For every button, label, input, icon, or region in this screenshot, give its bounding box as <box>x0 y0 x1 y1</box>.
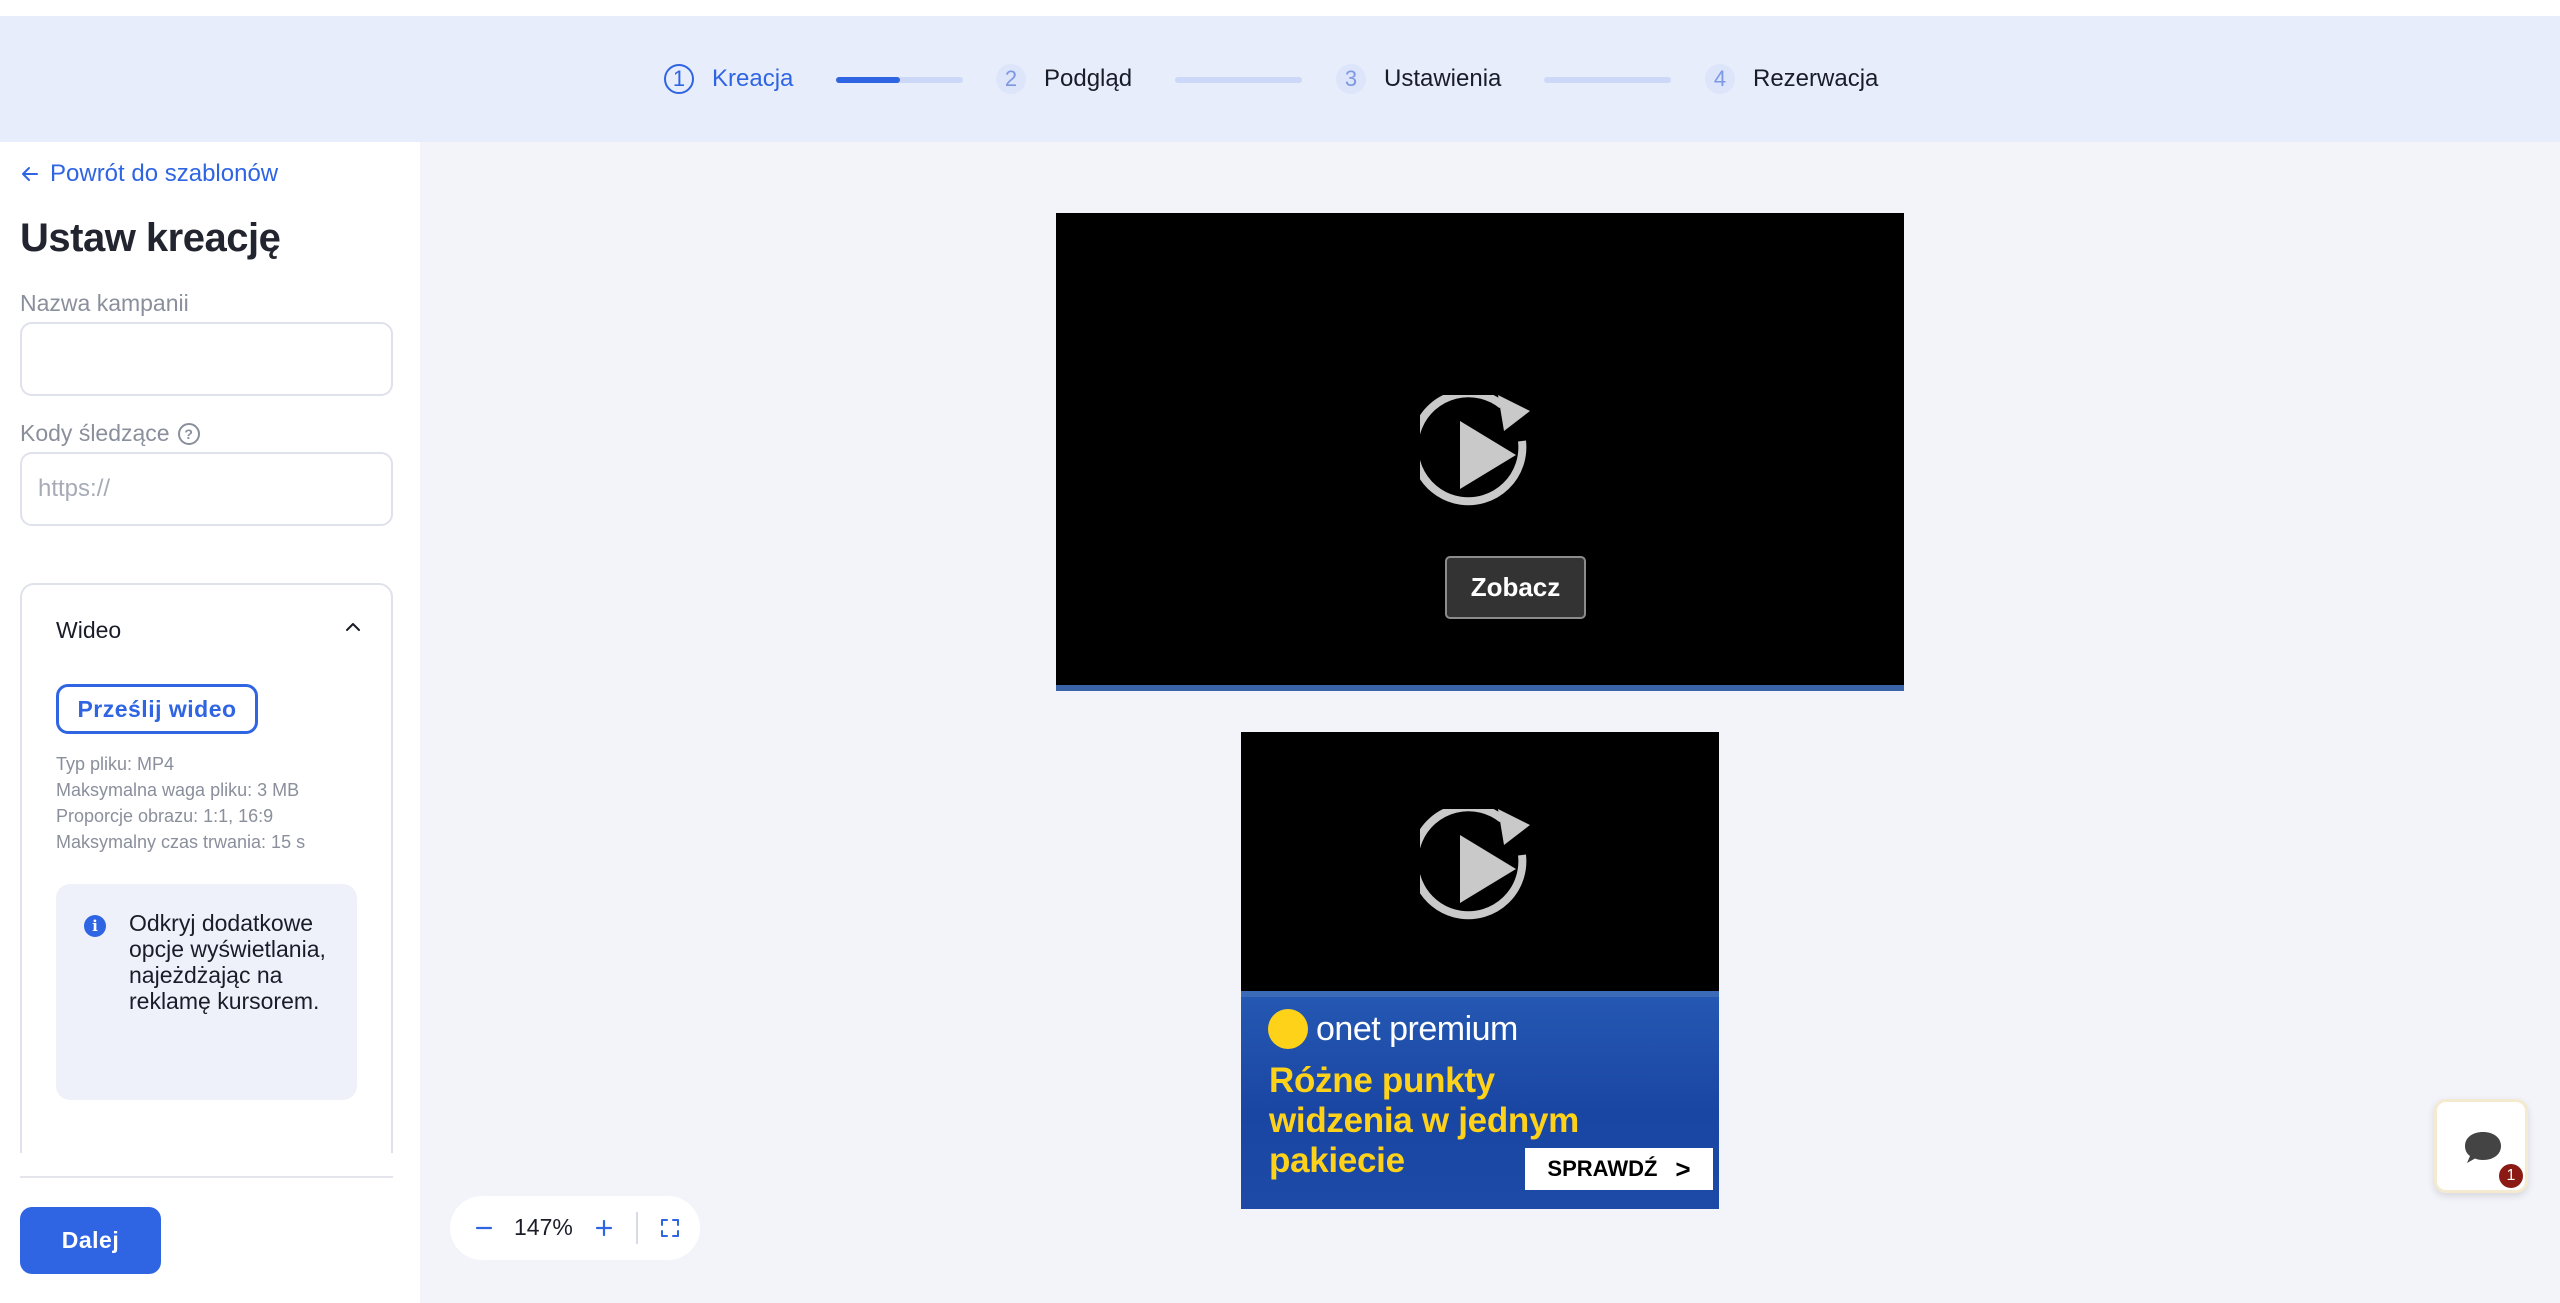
step-progress-line <box>836 77 963 83</box>
campaign-name-input[interactable] <box>20 322 393 396</box>
info-box: i Odkryj dodatkowe opcje wyświetlania, n… <box>56 884 357 1100</box>
step-label: Ustawienia <box>1384 65 1502 92</box>
step-progress-line <box>1544 77 1671 83</box>
zoom-value: 147% <box>514 1214 573 1240</box>
back-to-templates-link[interactable]: Powrót do szablonów <box>20 160 278 188</box>
step-progress-fill <box>836 77 900 83</box>
step-kreacja[interactable]: 1 Kreacja <box>664 16 793 142</box>
arrow-left-icon <box>22 167 38 181</box>
back-link-label: Powrót do szablonów <box>50 160 279 187</box>
spec-file-type: Typ pliku: MP4 <box>56 754 175 774</box>
campaign-name-label: Nazwa kampanii <box>20 290 189 317</box>
see-more-button[interactable]: Zobacz <box>1445 556 1586 619</box>
ad-preview-16x9[interactable]: Zobacz <box>1056 213 1904 691</box>
step-podglad[interactable]: 2 Podgląd <box>996 16 1132 142</box>
info-text: Odkryj dodatkowe opcje wyświetlania, naj… <box>129 910 326 1014</box>
step-ustawienia[interactable]: 3 Ustawienia <box>1336 16 1501 142</box>
brand-logo: onet premium <box>1268 1009 1518 1049</box>
step-number: 4 <box>1705 64 1735 94</box>
zoom-separator <box>636 1212 638 1244</box>
replay-icon[interactable] <box>1420 809 1540 929</box>
check-button[interactable]: SPRAWDŹ > <box>1525 1148 1713 1190</box>
page-title: Ustaw kreację <box>20 216 281 260</box>
plus-icon[interactable] <box>588 1212 620 1244</box>
minus-icon[interactable] <box>468 1212 500 1244</box>
brand-name: onet premium <box>1316 1009 1518 1048</box>
chat-widget-button[interactable]: 1 <box>2434 1099 2528 1193</box>
step-rezerwacja[interactable]: 4 Rezerwacja <box>1705 16 1878 142</box>
step-label: Kreacja <box>712 65 794 92</box>
notification-badge: 1 <box>2497 1162 2525 1190</box>
zoom-control: 147% <box>450 1196 700 1260</box>
spec-aspect-ratio: Proporcje obrazu: 1:1, 16:9 <box>56 806 274 826</box>
info-icon: i <box>84 915 106 937</box>
divider <box>20 1176 393 1178</box>
spec-max-duration: Maksymalny czas trwania: 15 s <box>56 832 306 852</box>
banner-top-line <box>1241 991 1719 997</box>
tracking-codes-label: Kody śledzące ? <box>20 420 200 447</box>
check-button-label: SPRAWDŹ <box>1547 1156 1658 1181</box>
video-progress-bar <box>1056 685 1904 691</box>
video-panel-title: Wideo <box>56 617 122 643</box>
step-number: 3 <box>1336 64 1366 94</box>
chevron-right-icon: > <box>1675 1153 1691 1184</box>
spec-max-size: Maksymalna waga pliku: 3 MB <box>56 780 300 800</box>
fullscreen-icon[interactable] <box>654 1212 686 1244</box>
tracking-codes-input[interactable] <box>20 452 393 526</box>
question-circle-icon[interactable]: ? <box>177 422 200 445</box>
ad-preview-1x1[interactable]: onet premium Różne punkty widzenia w jed… <box>1241 732 1719 1209</box>
stepper: 1 Kreacja 2 Podgląd 3 Ustawienia 4 Rezer… <box>0 16 2560 142</box>
replay-icon[interactable] <box>1420 395 1540 515</box>
step-number: 2 <box>996 64 1026 94</box>
next-button[interactable]: Dalej <box>20 1207 161 1274</box>
step-progress-line <box>1175 77 1302 83</box>
video-panel: Wideo Prześlij wideo Typ pliku: MP4 Maks… <box>20 583 393 1153</box>
sidebar: Powrót do szablonów Ustaw kreację Nazwa … <box>0 142 420 1303</box>
preview-canvas: Zobacz onet premium Różne punkty widzeni… <box>420 142 2560 1303</box>
step-label: Podgląd <box>1044 65 1133 92</box>
tracking-codes-label-text: Kody śledzące <box>20 420 170 446</box>
brand-dot-icon <box>1268 1009 1308 1049</box>
top-strip <box>0 0 2560 16</box>
campaign-name-label-text: Nazwa kampanii <box>20 290 189 316</box>
chevron-up-icon[interactable] <box>343 617 363 637</box>
chat-bubble-icon <box>2465 1132 2501 1163</box>
promo-banner[interactable]: onet premium Różne punkty widzenia w jed… <box>1241 991 1719 1209</box>
upload-video-button[interactable]: Prześlij wideo <box>56 684 258 734</box>
step-label: Rezerwacja <box>1753 65 1879 92</box>
file-specs: Typ pliku: MP4 Maksymalna waga pliku: 3 … <box>56 751 305 855</box>
step-number: 1 <box>664 64 694 94</box>
